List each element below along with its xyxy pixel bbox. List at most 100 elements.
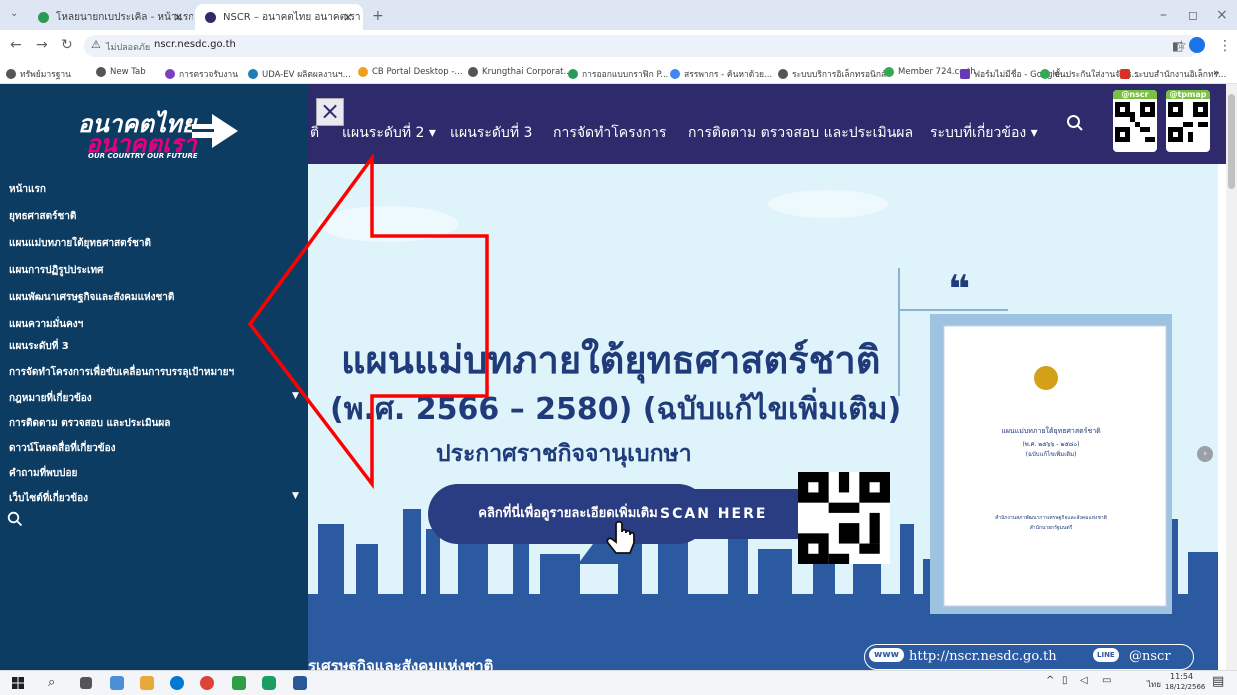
menu-item-development-plan[interactable]: แผนพัฒนาเศรษฐกิจและสังคมแห่งชาติ	[9, 290, 174, 305]
book-edition: (ฉบับแก้ไขเพิ่มเติม)	[1025, 451, 1077, 458]
network-icon[interactable]: ▯	[1062, 675, 1068, 686]
bookmark-item[interactable]: CB Portal Desktop -...	[358, 67, 463, 77]
nav-item-monitoring[interactable]: การติดตาม ตรวจสอบ และประเมินผล	[688, 122, 913, 144]
qr-tpmap-label: @tpmap	[1166, 90, 1210, 99]
file-explorer-icon[interactable]	[140, 676, 154, 690]
qr-nscr[interactable]: @nscr	[1113, 90, 1157, 152]
search-icon[interactable]	[1066, 114, 1084, 132]
widgets-icon[interactable]	[110, 676, 124, 690]
task-view-icon[interactable]	[80, 677, 92, 689]
bookmarks-overflow-icon[interactable]: »	[1213, 66, 1220, 79]
tab-1[interactable]: โหลยนายกเบประเคิล - หน้าแรก ×	[28, 4, 193, 30]
menu-item-related-websites[interactable]: เว็บไซต์ที่เกี่ยวข้อง	[9, 491, 88, 506]
menu-item-related-laws[interactable]: กฎหมายที่เกี่ยวข้อง	[9, 391, 92, 406]
tab-search-icon[interactable]: ⌄	[10, 9, 18, 19]
close-menu-button[interactable]: ×	[316, 98, 344, 126]
reload-icon[interactable]: ↻	[61, 38, 73, 52]
menu-item-monitoring[interactable]: การติดตาม ตรวจสอบ และประเมินผล	[9, 416, 170, 431]
qr-code-icon	[798, 472, 890, 564]
nav-item-projects[interactable]: การจัดทำโครงการ	[553, 122, 666, 144]
page-scrollbar[interactable]	[1226, 84, 1237, 670]
scrollbar-thumb[interactable]	[1228, 94, 1235, 189]
bookmarks-bar: ทรัพย์มารฐาน New Tab การตรวจรับงาน UDA-E…	[0, 62, 1237, 84]
url-text[interactable]: nscr.nesdc.go.th	[154, 39, 236, 50]
address-bar[interactable]: ⚠ ไม่ปลอดภัย nscr.nesdc.go.th ☆	[84, 35, 1199, 57]
book-years: (พ.ศ. ๒๕๖๖ - ๒๕๘๐)	[1022, 441, 1080, 448]
bookmark-item[interactable]: การตรวจรับงาน	[165, 67, 238, 81]
annotation-arrow-icon	[247, 154, 489, 490]
www-badge: www	[869, 648, 904, 662]
menu-item-national-strategy[interactable]: ยุทธศาสตร์ชาติ	[9, 209, 76, 224]
logo-arrow-icon	[192, 114, 238, 148]
language-indicator[interactable]: ไทย	[1147, 678, 1161, 691]
profile-avatar[interactable]	[1189, 37, 1205, 53]
line-id-text[interactable]: @nscr	[1129, 649, 1171, 664]
minimize-icon[interactable]: –	[1160, 8, 1167, 22]
nav-item-level3[interactable]: แผนระดับที่ 3	[450, 122, 532, 144]
close-tab-icon[interactable]: ×	[343, 10, 353, 24]
tab-2[interactable]: NSCR – อนาคตไทย อนาคตเรา ×	[195, 4, 363, 30]
word-icon[interactable]	[293, 676, 307, 690]
bookmark-item[interactable]: Krungthai Corporat...	[468, 67, 572, 77]
quote-mark: ❝	[948, 267, 971, 311]
tab-2-title: NSCR – อนาคตไทย อนาคตเรา	[223, 11, 361, 23]
close-window-icon[interactable]: ×	[1216, 8, 1228, 22]
menu-item-reform-plan[interactable]: แผนการปฏิรูปประเทศ	[9, 263, 103, 278]
bookmark-item[interactable]: UDA-EV ผลิตผลงานฯ...	[248, 67, 351, 81]
close-tab-icon[interactable]: ×	[173, 10, 183, 24]
qr-nscr-label: @nscr	[1113, 90, 1157, 99]
line-app-icon[interactable]	[262, 676, 276, 690]
nav-item-related-systems[interactable]: ระบบที่เกี่ยวข้อง ▾	[930, 122, 1038, 144]
bookmark-item[interactable]: New Tab	[96, 67, 146, 77]
maximize-icon[interactable]: ◻	[1188, 9, 1198, 21]
back-icon[interactable]: ←	[10, 38, 22, 52]
logo-tagline: OUR COUNTRY OUR FUTURE	[88, 152, 198, 160]
book-publisher-2: สำนักนายกรัฐมนตรี	[1029, 525, 1073, 531]
menu-item-faq[interactable]: คำถามที่พบบ่อย	[9, 466, 77, 481]
hand-pointer-icon	[606, 520, 635, 554]
menu-item-master-plan[interactable]: แผนแม่บทภายใต้ยุทธศาสตร์ชาติ	[9, 236, 151, 251]
bookmark-item[interactable]: ทรัพย์มารฐาน	[6, 67, 71, 81]
menu-item-downloads[interactable]: ดาวน์โหลดสื่อที่เกี่ยวข้อง	[9, 441, 116, 456]
contact-pill: www http://nscr.nesdc.go.th LINE @nscr	[864, 644, 1194, 670]
clock-date[interactable]: 18/12/2566	[1165, 683, 1205, 691]
book-publisher: สำนักงานสภาพัฒนาการเศรษฐกิจและสังคมแห่งช…	[995, 515, 1107, 521]
chrome-icon[interactable]	[200, 676, 214, 690]
warning-icon[interactable]: ⚠	[91, 38, 101, 51]
nscr-favicon-icon	[205, 11, 216, 23]
nav-item-level2[interactable]: แผนระดับที่ 2 ▾	[342, 122, 436, 144]
book-title: แผนแม่บทภายใต้ยุทธศาสตร์ชาติ	[1001, 427, 1101, 435]
new-tab-button[interactable]: +	[372, 9, 384, 23]
photos-icon[interactable]	[232, 676, 246, 690]
scan-here-label: SCAN HERE	[660, 506, 768, 522]
qr-code-icon	[1115, 102, 1155, 142]
bookmark-item[interactable]: การออกแบบกราฟิก P...	[568, 67, 668, 81]
bookmark-item[interactable]: ระบบบริการอิเล็กทรอนิกส์	[778, 67, 886, 81]
battery-icon[interactable]: ▭	[1102, 675, 1111, 686]
qr-code-icon	[1168, 102, 1208, 142]
drawer-search-icon[interactable]	[7, 511, 23, 527]
line-icon: LINE	[1093, 648, 1119, 662]
clock-time[interactable]: 11:54	[1170, 672, 1193, 681]
web-page: ติ แผนระดับที่ 2 ▾ แผนระดับที่ 3 การจัดท…	[0, 84, 1226, 670]
tray-overflow-icon[interactable]: ^	[1046, 675, 1054, 686]
sidepanel-icon[interactable]: ◧	[1172, 40, 1183, 52]
forward-icon[interactable]: →	[36, 38, 48, 52]
next-slide-button[interactable]: ›	[1197, 446, 1213, 462]
menu-item-project-preparation[interactable]: การจัดทำโครงการเพื่อขับเคลื่อนการบรรลุเป…	[9, 365, 234, 380]
notification-icon[interactable]: ▤	[1212, 674, 1224, 689]
search-icon[interactable]: ⌕	[48, 675, 55, 690]
edge-icon[interactable]	[170, 676, 184, 690]
site-favicon-icon	[38, 11, 49, 23]
windows-taskbar: ⌕ ^ ▯ ◁ ▭ ไทย 11:54 18/12/2566 ▤	[0, 670, 1237, 695]
menu-item-level3-plan[interactable]: แผนระดับที่ 3	[9, 339, 69, 354]
menu-item-security-plan[interactable]: แผนความมั่นคงฯ	[9, 317, 83, 332]
bookmark-item[interactable]: สรรพากร - ค้นหาด้วย...	[670, 67, 772, 81]
windows-start-icon[interactable]	[12, 677, 24, 689]
menu-item-home[interactable]: หน้าแรก	[9, 182, 46, 197]
qr-tpmap[interactable]: @tpmap	[1166, 90, 1210, 152]
menu-icon[interactable]: ⋮	[1218, 39, 1232, 53]
bookmark-item[interactable]: ระบบสำนักงานอิเล็กทร...	[1120, 67, 1226, 81]
volume-icon[interactable]: ◁	[1080, 675, 1088, 686]
site-url-text[interactable]: http://nscr.nesdc.go.th	[909, 649, 1057, 664]
